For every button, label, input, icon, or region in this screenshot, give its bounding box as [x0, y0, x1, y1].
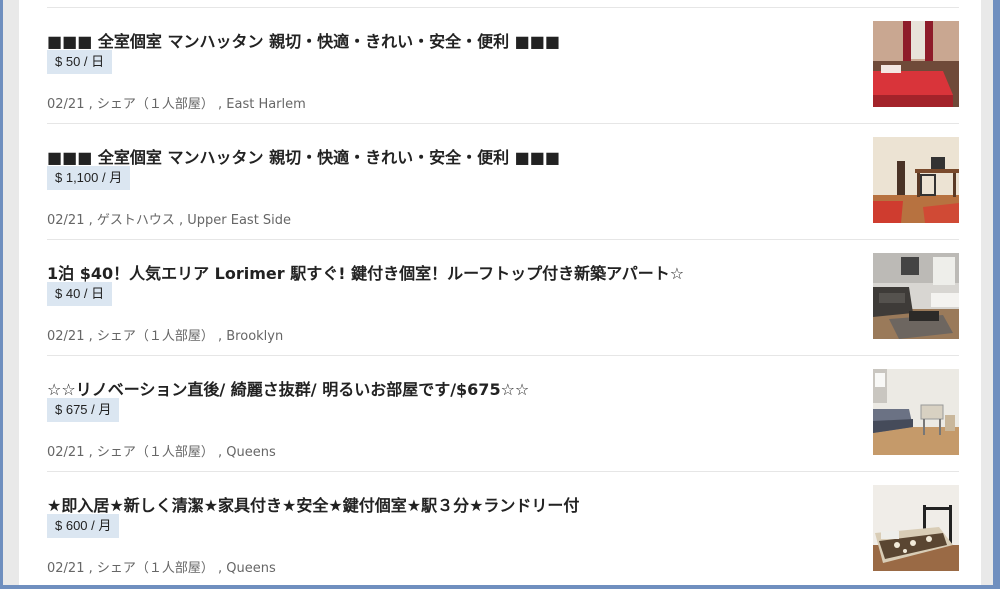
- listing-title[interactable]: 1泊 $40！人気エリア Lorimer 駅すぐ! 鍵付き個室！ルーフトップ付き…: [47, 260, 847, 284]
- listing-meta: 02/21 , シェア（１人部屋） , Brooklyn: [47, 329, 284, 344]
- listing-item[interactable]: ☆☆リノベーション直後/ 綺麗さ抜群/ 明るいお部屋です/$675☆☆ $ 67…: [47, 355, 959, 471]
- listing-title[interactable]: ☆☆リノベーション直後/ 綺麗さ抜群/ 明るいお部屋です/$675☆☆: [47, 376, 847, 400]
- listing-thumbnail[interactable]: [873, 369, 959, 455]
- listing-meta: 02/21 , ゲストハウス , Upper East Side: [47, 213, 292, 228]
- listing-item[interactable]: ■■■ 全室個室 マンハッタン 親切・快適・きれい・安全・便利 ■■■ $ 50…: [47, 7, 959, 123]
- listing-meta: 02/21 , シェア（１人部屋） , East Harlem: [47, 97, 306, 112]
- listing-thumbnail[interactable]: [873, 21, 959, 107]
- listing-title[interactable]: ■■■ 全室個室 マンハッタン 親切・快適・きれい・安全・便利 ■■■: [47, 144, 847, 168]
- page-frame: ■■■ 全室個室 マンハッタン 親切・快適・きれい・安全・便利 ■■■ $ 50…: [3, 0, 993, 585]
- listing-thumbnail[interactable]: [873, 485, 959, 571]
- listing-item[interactable]: ★即入居★新しく清潔★家具付き★安全★鍵付個室★駅３分★ランドリー付 $ 600…: [47, 471, 959, 587]
- listing-item[interactable]: 1泊 $40！人気エリア Lorimer 駅すぐ! 鍵付き個室！ルーフトップ付き…: [47, 239, 959, 355]
- listing-title[interactable]: ■■■ 全室個室 マンハッタン 親切・快適・きれい・安全・便利 ■■■: [47, 28, 847, 52]
- price-badge: $ 600 / 月: [47, 514, 120, 538]
- price-badge: $ 40 / 日: [47, 282, 113, 306]
- listing-title[interactable]: ★即入居★新しく清潔★家具付き★安全★鍵付個室★駅３分★ランドリー付: [47, 492, 847, 516]
- price-badge: $ 50 / 日: [47, 50, 113, 74]
- price-badge: $ 1,100 / 月: [47, 166, 131, 190]
- listing-panel: ■■■ 全室個室 マンハッタン 親切・快適・きれい・安全・便利 ■■■ $ 50…: [19, 0, 981, 585]
- listing-thumbnail[interactable]: [873, 137, 959, 223]
- listing-meta: 02/21 , シェア（１人部屋） , Queens: [47, 445, 276, 460]
- price-badge: $ 675 / 月: [47, 398, 120, 422]
- listing-meta: 02/21 , シェア（１人部屋） , Queens: [47, 561, 276, 576]
- listing-item[interactable]: ■■■ 全室個室 マンハッタン 親切・快適・きれい・安全・便利 ■■■ $ 1,…: [47, 123, 959, 239]
- listing-thumbnail[interactable]: [873, 253, 959, 339]
